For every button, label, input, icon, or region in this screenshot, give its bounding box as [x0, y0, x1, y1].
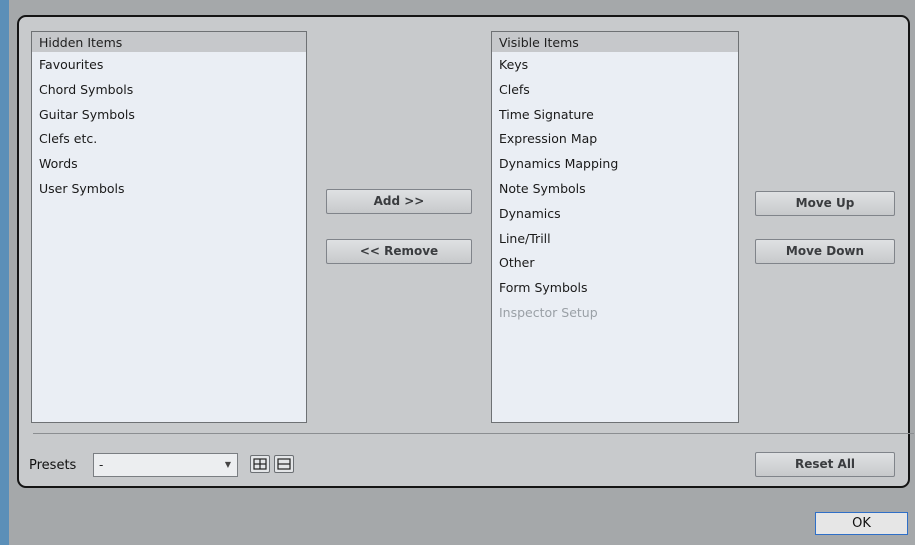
- hidden-items-list[interactable]: Hidden Items Favourites Chord Symbols Gu…: [31, 31, 307, 423]
- chevron-down-icon: ▼: [224, 460, 231, 469]
- list-item[interactable]: Favourites: [32, 52, 306, 77]
- presets-dropdown[interactable]: - ▼: [93, 453, 238, 477]
- add-button[interactable]: Add >>: [326, 189, 472, 214]
- list-item[interactable]: Guitar Symbols: [32, 102, 306, 127]
- delete-preset-icon[interactable]: [274, 455, 294, 473]
- list-item[interactable]: Clefs: [492, 77, 738, 102]
- list-item[interactable]: Form Symbols: [492, 275, 738, 300]
- list-item[interactable]: Clefs etc.: [32, 126, 306, 151]
- ok-button[interactable]: OK: [815, 512, 908, 535]
- list-item[interactable]: Note Symbols: [492, 176, 738, 201]
- list-item[interactable]: Words: [32, 151, 306, 176]
- presets-label: Presets: [29, 458, 77, 473]
- list-item[interactable]: Time Signature: [492, 102, 738, 127]
- list-item[interactable]: Other: [492, 250, 738, 275]
- move-up-button[interactable]: Move Up: [755, 191, 895, 216]
- presets-value: -: [99, 458, 104, 472]
- save-preset-icon[interactable]: [250, 455, 270, 473]
- window-edge-bar: [0, 0, 9, 545]
- list-item[interactable]: Line/Trill: [492, 226, 738, 251]
- hidden-items-header: Hidden Items: [32, 32, 306, 52]
- list-item[interactable]: Keys: [492, 52, 738, 77]
- list-item[interactable]: Expression Map: [492, 126, 738, 151]
- visible-items-list[interactable]: Visible Items Keys Clefs Time Signature …: [491, 31, 739, 423]
- list-item[interactable]: Dynamics: [492, 201, 738, 226]
- list-item-disabled: Inspector Setup: [499, 304, 598, 320]
- divider: [33, 433, 914, 434]
- list-item[interactable]: Dynamics Mapping: [492, 151, 738, 176]
- list-item[interactable]: Chord Symbols: [32, 77, 306, 102]
- move-down-button[interactable]: Move Down: [755, 239, 895, 264]
- list-item[interactable]: User Symbols: [32, 176, 306, 201]
- reset-all-button[interactable]: Reset All: [755, 452, 895, 477]
- visible-items-header: Visible Items: [492, 32, 738, 52]
- remove-button[interactable]: << Remove: [326, 239, 472, 264]
- dialog-panel: Hidden Items Favourites Chord Symbols Gu…: [17, 15, 914, 488]
